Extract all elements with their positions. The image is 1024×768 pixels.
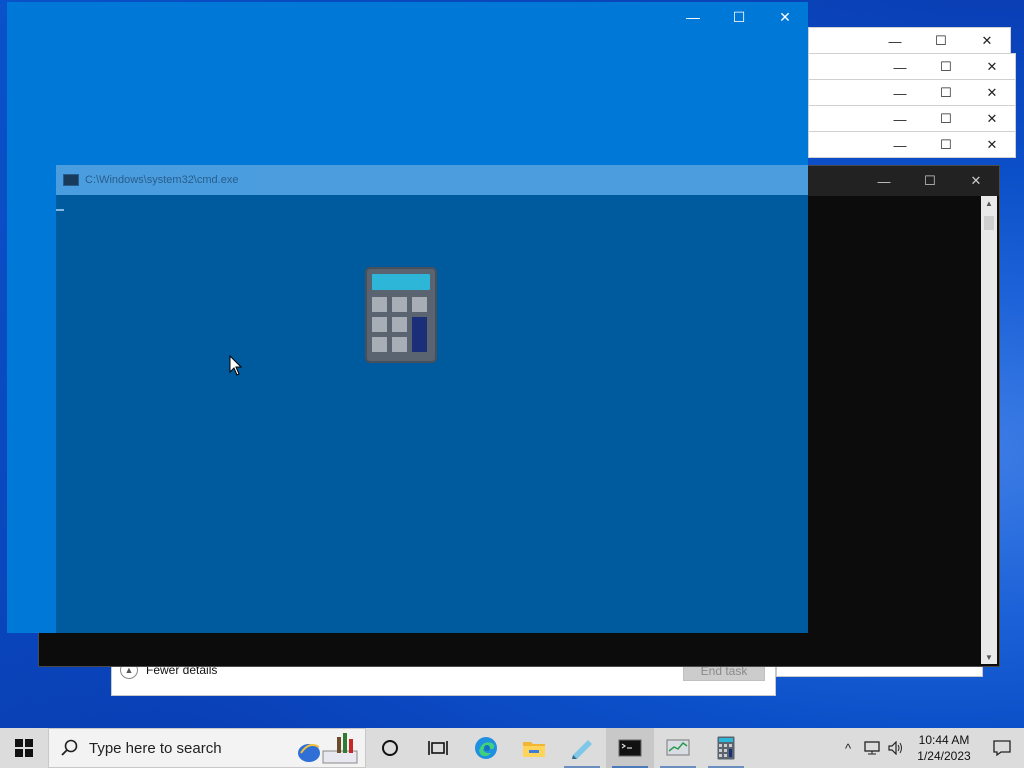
maximize-button[interactable]: ☐: [923, 132, 969, 158]
network-icon[interactable]: [860, 728, 884, 768]
edge-button[interactable]: [462, 728, 510, 768]
cortana-icon: [382, 740, 398, 756]
cmd-window-ghost: C:\Windows\system32\cmd.exe: [56, 165, 808, 633]
text-cursor: [56, 209, 64, 211]
scroll-down-icon[interactable]: ▼: [981, 650, 997, 664]
maximize-button[interactable]: ☐: [923, 54, 969, 80]
maximize-button[interactable]: ☐: [918, 28, 964, 54]
clock-time: 10:44 AM: [918, 733, 970, 747]
background-window-5[interactable]: — ☐ ✕: [808, 131, 1016, 158]
background-window-2[interactable]: — ☐ ✕: [808, 53, 1016, 80]
minimize-button[interactable]: —: [872, 28, 918, 54]
calculator-taskbar-button[interactable]: [702, 728, 750, 768]
close-button[interactable]: ✕: [969, 132, 1015, 158]
close-button[interactable]: ✕: [969, 106, 1015, 132]
task-manager-icon: [666, 739, 690, 756]
search-box[interactable]: Type here to search: [48, 728, 366, 768]
taskbar: Type here to search ^ 10:44 AM 1/24/2023: [0, 728, 1024, 768]
minimize-button[interactable]: —: [670, 2, 716, 32]
scroll-up-icon[interactable]: ▲: [981, 196, 997, 210]
cmd-icon: [63, 174, 79, 186]
windows-logo-icon: [15, 739, 33, 757]
mouse-pointer-icon: [229, 355, 243, 376]
cmd-ghost-titlebar: C:\Windows\system32\cmd.exe: [56, 165, 808, 195]
notification-icon: [993, 740, 1011, 757]
maximize-button[interactable]: ☐: [907, 166, 953, 196]
edge-icon: [475, 737, 497, 759]
file-explorer-icon: [523, 742, 545, 757]
clock-date: 1/24/2023: [917, 749, 971, 763]
vertical-scrollbar[interactable]: ▲ ▼: [981, 196, 997, 664]
action-center-button[interactable]: [980, 728, 1024, 768]
calculator-splash-icon: [365, 267, 437, 363]
minimize-button[interactable]: —: [877, 132, 923, 158]
minimize-button[interactable]: —: [861, 166, 907, 196]
cmd-icon: [618, 739, 642, 757]
show-hidden-icons-chevron-up-icon[interactable]: ^: [836, 728, 860, 768]
minimize-button[interactable]: —: [877, 106, 923, 132]
scrollbar-thumb[interactable]: [984, 216, 994, 230]
minimize-button[interactable]: —: [877, 54, 923, 80]
close-button[interactable]: ✕: [969, 80, 1015, 106]
notepad-icon: [572, 740, 592, 759]
task-view-button[interactable]: [414, 728, 462, 768]
search-highlight-icon: [298, 733, 358, 764]
close-button[interactable]: ✕: [953, 166, 999, 196]
close-button[interactable]: ✕: [762, 2, 808, 32]
volume-icon[interactable]: [884, 728, 908, 768]
close-button[interactable]: ✕: [969, 54, 1015, 80]
background-window-4[interactable]: — ☐ ✕: [808, 105, 1016, 132]
task-view-icon: [428, 741, 448, 755]
maximize-button[interactable]: ☐: [923, 106, 969, 132]
close-button[interactable]: ✕: [964, 28, 1010, 54]
start-button[interactable]: [0, 728, 48, 768]
clock[interactable]: 10:44 AM 1/24/2023: [912, 732, 976, 764]
file-explorer-button[interactable]: [510, 728, 558, 768]
notepad-button[interactable]: [558, 728, 606, 768]
maximize-button[interactable]: ☐: [923, 80, 969, 106]
task-manager-taskbar-button[interactable]: [654, 728, 702, 768]
cmd-bottom-area: [39, 642, 981, 666]
calculator-icon: [717, 736, 735, 760]
search-placeholder: Type here to search: [89, 739, 222, 757]
background-window-3[interactable]: — ☐ ✕: [808, 79, 1016, 106]
background-window-1[interactable]: — ☐ ✕: [808, 27, 1011, 54]
search-icon: [61, 739, 78, 756]
maximize-button[interactable]: ☐: [716, 2, 762, 32]
cmd-taskbar-button[interactable]: [606, 728, 654, 768]
cmd-window-title: C:\Windows\system32\cmd.exe: [85, 174, 239, 186]
minimize-button[interactable]: —: [877, 80, 923, 106]
system-tray: ^ 10:44 AM 1/24/2023: [836, 728, 1024, 768]
cortana-button[interactable]: [366, 728, 414, 768]
